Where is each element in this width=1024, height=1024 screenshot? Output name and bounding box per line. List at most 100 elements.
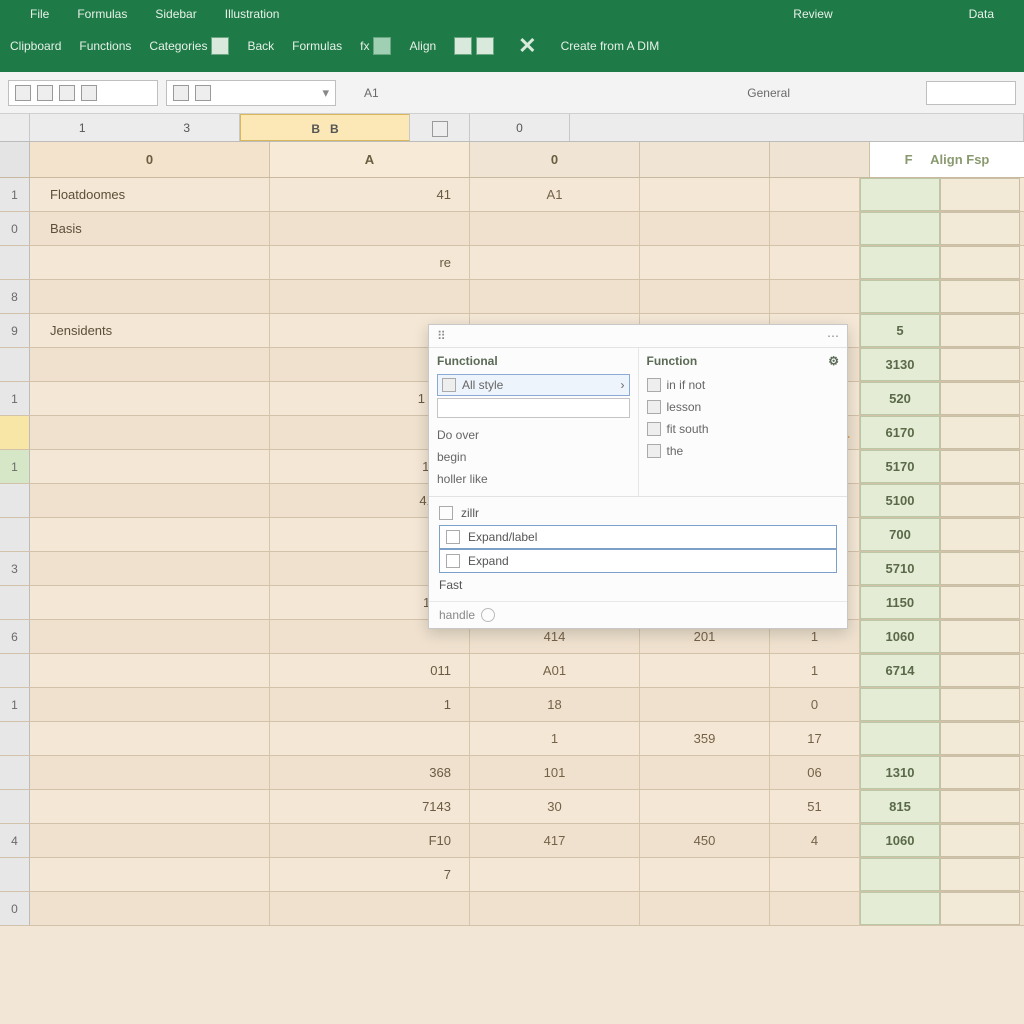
cell-g[interactable] [940, 790, 1020, 823]
info-icon[interactable] [481, 608, 495, 622]
table-row[interactable]: 368101061310 [0, 756, 1024, 790]
panel-item-begin[interactable]: begin [437, 446, 630, 468]
cell-e[interactable] [770, 858, 860, 891]
sheet-hdr-f[interactable]: F Align Fsp [870, 142, 1024, 177]
cell-e[interactable]: 51 [770, 790, 860, 823]
col-header-d[interactable]: 0 [470, 114, 570, 141]
style-preview[interactable] [926, 81, 1016, 105]
row-number[interactable] [0, 858, 30, 891]
cell-a[interactable] [30, 280, 270, 313]
panel-ritem-1[interactable]: lesson [647, 396, 840, 418]
cell-g[interactable] [940, 722, 1020, 755]
tab-formulas[interactable]: Formulas [77, 7, 127, 21]
cell-f[interactable] [860, 212, 940, 245]
panel-ritem-2[interactable]: fit south [647, 418, 840, 440]
cell-g[interactable] [940, 416, 1020, 449]
row-number[interactable]: 1 [0, 688, 30, 721]
table-row[interactable]: 7 [0, 858, 1024, 892]
cell-g[interactable] [940, 484, 1020, 517]
cell-b[interactable] [270, 722, 470, 755]
cell-e[interactable]: 0 [770, 688, 860, 721]
cell-g[interactable] [940, 246, 1020, 279]
cell-d[interactable]: 450 [640, 824, 770, 857]
cell-f[interactable]: 1150 [860, 586, 940, 619]
row-number[interactable] [0, 586, 30, 619]
cell-a[interactable] [30, 450, 270, 483]
panel-list-item-expand-label[interactable]: Expand/label [439, 525, 837, 549]
group-align[interactable]: Align [409, 39, 436, 53]
row-number[interactable]: 0 [0, 892, 30, 925]
table-row[interactable]: re [0, 246, 1024, 280]
cell-d[interactable] [640, 688, 770, 721]
cell-a[interactable] [30, 620, 270, 653]
group-fx[interactable]: fx [360, 37, 391, 55]
cell-g[interactable] [940, 212, 1020, 245]
cell-a[interactable] [30, 790, 270, 823]
cell-c[interactable] [470, 858, 640, 891]
row-number[interactable] [0, 484, 30, 517]
cell-b[interactable]: F10 [270, 824, 470, 857]
cell-e[interactable] [770, 892, 860, 925]
panel-search-input[interactable] [437, 398, 630, 418]
table-row[interactable]: 8 [0, 280, 1024, 314]
cell-b[interactable] [270, 280, 470, 313]
table-row[interactable]: 0 [0, 892, 1024, 926]
cell-a[interactable] [30, 824, 270, 857]
cell-d[interactable] [640, 858, 770, 891]
row-number[interactable]: 6 [0, 620, 30, 653]
cell-b[interactable]: 1 [270, 688, 470, 721]
cell-e[interactable]: 06 [770, 756, 860, 789]
cell-g[interactable] [940, 586, 1020, 619]
row-number[interactable] [0, 654, 30, 687]
sheet-hdr-e[interactable] [770, 142, 870, 177]
cell-a[interactable] [30, 688, 270, 721]
cell-d[interactable] [640, 212, 770, 245]
table-row[interactable]: 135917 [0, 722, 1024, 756]
cell-g[interactable] [940, 892, 1020, 925]
checkbox-icon[interactable] [446, 530, 460, 544]
cell-d[interactable] [640, 790, 770, 823]
table-row[interactable]: 1Floatdoomes41A1 [0, 178, 1024, 212]
row-number[interactable]: 1 [0, 450, 30, 483]
cell-f[interactable]: 6170 [860, 416, 940, 449]
cell-g[interactable] [940, 314, 1020, 347]
select-all-corner[interactable] [0, 114, 30, 141]
cell-f[interactable]: 6714 [860, 654, 940, 687]
cell-f[interactable]: 520 [860, 382, 940, 415]
tab-sidebar[interactable]: Sidebar [155, 7, 196, 21]
cell-f[interactable] [860, 246, 940, 279]
cell-f[interactable]: 3130 [860, 348, 940, 381]
cell-g[interactable] [940, 518, 1020, 551]
cell-f[interactable]: 5 [860, 314, 940, 347]
panel-list-item-fast[interactable]: Fast [439, 573, 837, 597]
cell-f[interactable] [860, 688, 940, 721]
cell-a[interactable] [30, 756, 270, 789]
row-number[interactable]: 1 [0, 178, 30, 211]
col-header-rest[interactable] [570, 114, 1024, 141]
cell-b[interactable]: 41 [270, 178, 470, 211]
row-number[interactable]: 8 [0, 280, 30, 313]
name-box[interactable] [8, 80, 158, 106]
cell-d[interactable] [640, 280, 770, 313]
cell-f[interactable]: 1060 [860, 824, 940, 857]
cell-a[interactable] [30, 246, 270, 279]
cell-f[interactable] [860, 280, 940, 313]
row-number[interactable] [0, 518, 30, 551]
row-number[interactable]: 4 [0, 824, 30, 857]
cell-g[interactable] [940, 620, 1020, 653]
cell-c[interactable]: 101 [470, 756, 640, 789]
group-chart[interactable] [454, 37, 494, 55]
sheet-hdr-c[interactable]: 0 [470, 142, 640, 177]
row-number[interactable] [0, 348, 30, 381]
cell-a[interactable] [30, 416, 270, 449]
sheet-hdr-a[interactable]: 0 [30, 142, 270, 177]
number-format-label[interactable]: General [747, 86, 790, 100]
cell-f[interactable]: 815 [860, 790, 940, 823]
cell-f[interactable] [860, 722, 940, 755]
panel-list-item-expand[interactable]: Expand [439, 549, 837, 573]
cell-b[interactable]: 7 [270, 858, 470, 891]
group-formulas[interactable]: Formulas [292, 39, 342, 53]
cell-e[interactable]: 1 [770, 654, 860, 687]
group-clipboard[interactable]: Clipboard [10, 39, 61, 53]
checkbox-icon[interactable] [439, 506, 453, 520]
